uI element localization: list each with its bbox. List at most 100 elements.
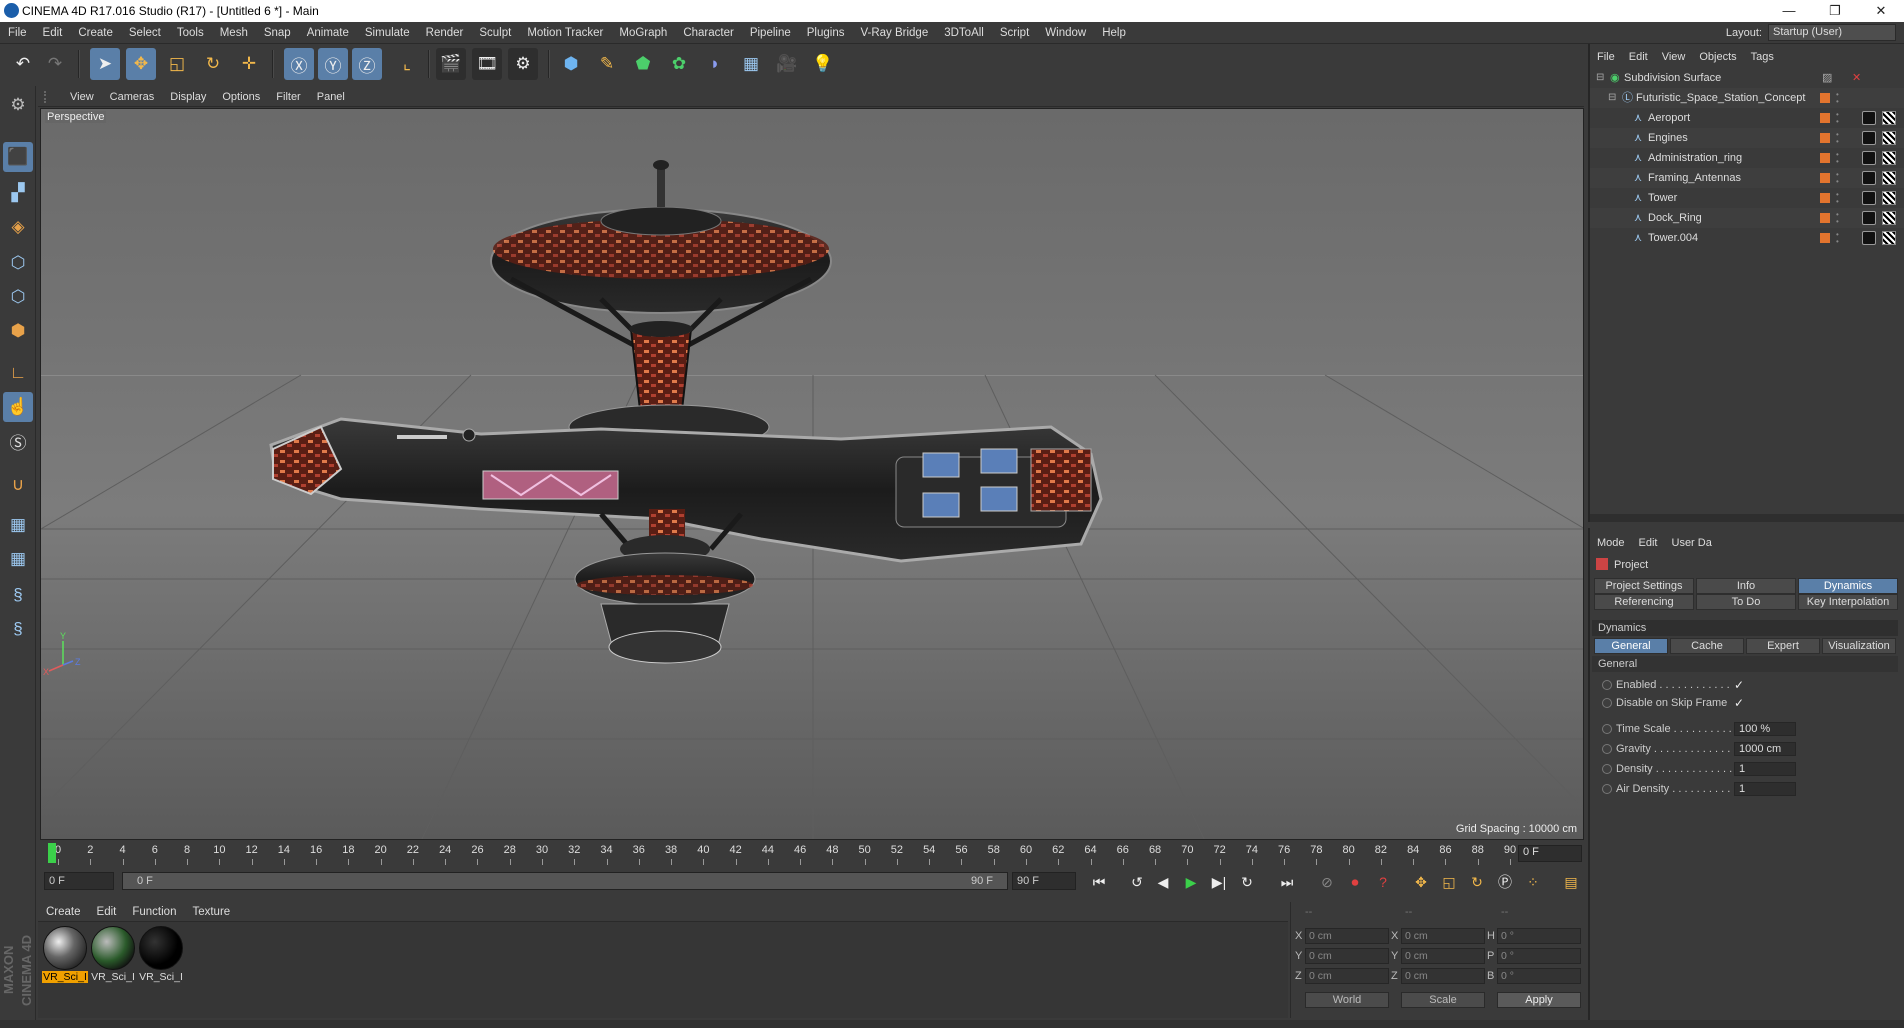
texture-tag-icon[interactable] bbox=[1882, 111, 1896, 125]
animate-property-icon[interactable] bbox=[1602, 680, 1612, 690]
layer-color-swatch[interactable] bbox=[1820, 193, 1830, 203]
viewport-menu-display[interactable]: Display bbox=[162, 91, 214, 103]
key-scale-icon[interactable]: ◱ bbox=[1438, 871, 1460, 893]
property-value-field[interactable]: 1 bbox=[1734, 782, 1796, 796]
object-row[interactable]: ⋏ Tower • • bbox=[1590, 188, 1904, 208]
texture-tag-icon[interactable] bbox=[1882, 211, 1896, 225]
visibility-dots-icon[interactable]: • • bbox=[1836, 111, 1840, 126]
material-swatch[interactable]: VR_Sci_I bbox=[138, 926, 184, 986]
size-z-field[interactable]: 0 cm bbox=[1401, 968, 1485, 984]
x-axis-icon[interactable]: Ⓧ bbox=[284, 48, 314, 80]
object-row[interactable]: ⋏ Framing_Antennas • • bbox=[1590, 168, 1904, 188]
restore-button[interactable]: ❐ bbox=[1812, 0, 1858, 22]
undo-icon[interactable]: ↶ bbox=[8, 48, 38, 80]
material-tag-icon[interactable] bbox=[1862, 191, 1876, 205]
render-view-icon[interactable]: 🎬 bbox=[436, 48, 466, 80]
attribute-menu-mode[interactable]: Mode bbox=[1590, 537, 1632, 549]
menu-plugins[interactable]: Plugins bbox=[799, 27, 853, 39]
visibility-dots-icon[interactable]: • • bbox=[1836, 151, 1840, 166]
material-tag-icon[interactable] bbox=[1862, 131, 1876, 145]
render-settings-icon[interactable]: ⚙ bbox=[508, 48, 538, 80]
scale-icon[interactable]: ◱ bbox=[162, 48, 192, 80]
menu-motion-tracker[interactable]: Motion Tracker bbox=[519, 27, 611, 39]
property-checkbox[interactable]: ✓ bbox=[1734, 694, 1744, 712]
tab-referencing[interactable]: Referencing bbox=[1594, 594, 1694, 610]
apply-button[interactable]: Apply bbox=[1497, 992, 1581, 1008]
menu-v-ray-bridge[interactable]: V-Ray Bridge bbox=[852, 27, 936, 39]
animate-property-icon[interactable] bbox=[1602, 744, 1612, 754]
model-mode-icon[interactable]: ⬛ bbox=[3, 142, 33, 172]
visibility-dots-icon[interactable]: • • bbox=[1836, 191, 1840, 206]
key-pla-icon[interactable]: ⁘ bbox=[1522, 871, 1544, 893]
material-menu-create[interactable]: Create bbox=[38, 906, 89, 918]
object-row[interactable]: ⋏ Dock_Ring • • bbox=[1590, 208, 1904, 228]
key-rotation-icon[interactable]: ↻ bbox=[1466, 871, 1488, 893]
layer-color-swatch[interactable] bbox=[1820, 133, 1830, 143]
prev-frame-icon[interactable]: ◀ bbox=[1152, 871, 1174, 893]
tab-dynamics[interactable]: Dynamics bbox=[1798, 578, 1898, 594]
timeline-playhead[interactable] bbox=[48, 843, 56, 863]
visibility-dots-icon[interactable]: • • bbox=[1836, 171, 1840, 186]
property-checkbox[interactable]: ✓ bbox=[1734, 676, 1744, 694]
position-z-field[interactable]: 0 cm bbox=[1305, 968, 1389, 984]
attribute-menu-edit[interactable]: Edit bbox=[1632, 537, 1665, 549]
light-icon[interactable]: 💡 bbox=[808, 48, 838, 80]
axis-mode-icon[interactable]: ∟ bbox=[3, 358, 33, 388]
scale-mode-dropdown[interactable]: Scale bbox=[1401, 992, 1485, 1008]
coordinate-system-icon[interactable]: ⌞ bbox=[392, 48, 422, 80]
menu-script[interactable]: Script bbox=[992, 27, 1037, 39]
viewport-menu-panel[interactable]: Panel bbox=[309, 91, 353, 103]
viewport-menu-view[interactable]: View bbox=[62, 91, 102, 103]
object-row[interactable]: ◉ ⊟ Subdivision Surface ▨ ✕ bbox=[1590, 68, 1904, 88]
grid-icon[interactable]: ▦ bbox=[3, 510, 33, 540]
record-keys-icon[interactable]: ⊘ bbox=[1316, 871, 1338, 893]
prev-key-icon[interactable]: ↺ bbox=[1126, 871, 1148, 893]
animate-property-icon[interactable] bbox=[1602, 764, 1612, 774]
python-script-icon[interactable]: § bbox=[3, 614, 33, 644]
texture-tag-icon[interactable] bbox=[1882, 151, 1896, 165]
expand-toggle-icon[interactable]: ⊟ bbox=[1608, 88, 1616, 108]
perspective-viewport[interactable]: Y X Z Perspective Grid Spacing : 10000 c… bbox=[40, 108, 1584, 840]
expand-toggle-icon[interactable]: ⊟ bbox=[1596, 68, 1604, 88]
floor-icon[interactable]: ▦ bbox=[736, 48, 766, 80]
menu-3dtoall[interactable]: 3DToAll bbox=[936, 27, 992, 39]
deformer-icon[interactable]: ◗ bbox=[700, 48, 730, 80]
timeline-ruler[interactable]: 0 2 4 6 8 10 12 14 16 18 20 22 24 26 28 30 32 34 36 38 40 42 4… bbox=[50, 842, 1580, 866]
layer-color-swatch[interactable] bbox=[1820, 93, 1830, 103]
python-icon[interactable]: § bbox=[3, 580, 33, 610]
menu-tools[interactable]: Tools bbox=[169, 27, 212, 39]
start-frame-field[interactable]: 0 F bbox=[44, 872, 114, 890]
goto-start-icon[interactable]: ⏮ bbox=[1088, 871, 1110, 893]
subdivision-icon[interactable]: ⬟ bbox=[628, 48, 658, 80]
transform-icon[interactable]: ✛ bbox=[234, 48, 264, 80]
points-mode-icon[interactable]: ⬡ bbox=[3, 248, 33, 278]
menu-render[interactable]: Render bbox=[418, 27, 472, 39]
tab-to-do[interactable]: To Do bbox=[1696, 594, 1796, 610]
texture-tag-icon[interactable] bbox=[1882, 231, 1896, 245]
tab-cache[interactable]: Cache bbox=[1670, 638, 1744, 654]
menu-sculpt[interactable]: Sculpt bbox=[471, 27, 519, 39]
menu-edit[interactable]: Edit bbox=[35, 27, 71, 39]
menu-create[interactable]: Create bbox=[70, 27, 121, 39]
lock-workplane-icon[interactable]: ▦ bbox=[3, 544, 33, 574]
key-position-icon[interactable]: ✥ bbox=[1410, 871, 1432, 893]
menu-select[interactable]: Select bbox=[121, 27, 169, 39]
object-menu-file[interactable]: File bbox=[1590, 51, 1622, 63]
object-row[interactable]: ⋏ Aeroport • • bbox=[1590, 108, 1904, 128]
layer-color-swatch[interactable] bbox=[1820, 213, 1830, 223]
material-tag-icon[interactable] bbox=[1862, 151, 1876, 165]
snap-icon[interactable]: Ⓢ bbox=[3, 426, 33, 456]
tab-expert[interactable]: Expert bbox=[1746, 638, 1820, 654]
layer-icon[interactable]: ▨ bbox=[1822, 68, 1832, 88]
object-menu-view[interactable]: View bbox=[1655, 51, 1693, 63]
object-row[interactable]: ⋏ Engines • • bbox=[1590, 128, 1904, 148]
layer-color-swatch[interactable] bbox=[1820, 173, 1830, 183]
end-frame-field[interactable]: 90 F bbox=[1012, 872, 1076, 890]
visibility-dots-icon[interactable]: • • bbox=[1836, 211, 1840, 226]
layer-color-swatch[interactable] bbox=[1820, 153, 1830, 163]
material-menu-edit[interactable]: Edit bbox=[89, 906, 125, 918]
camera-icon[interactable]: 🎥 bbox=[772, 48, 802, 80]
next-key-icon[interactable]: ↻ bbox=[1236, 871, 1258, 893]
rotation-p-field[interactable]: 0 ° bbox=[1497, 948, 1581, 964]
menu-mograph[interactable]: MoGraph bbox=[611, 27, 675, 39]
